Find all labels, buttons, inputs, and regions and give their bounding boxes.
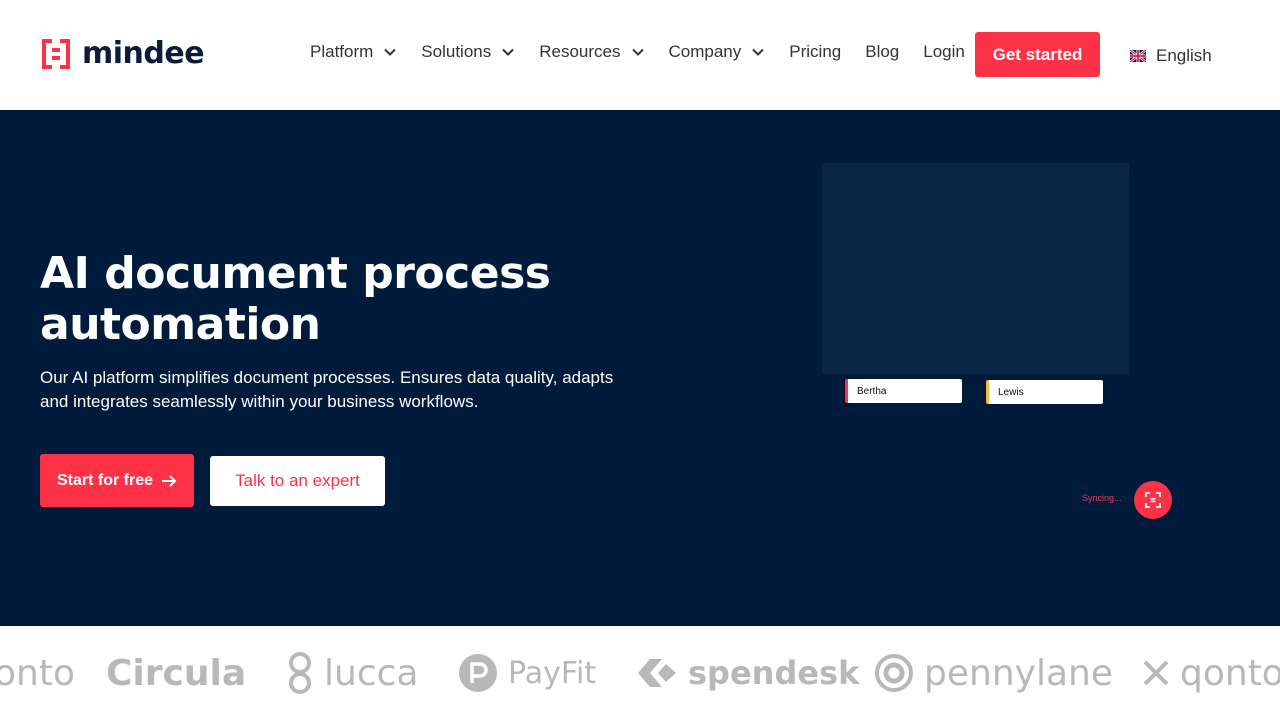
chevron-down-icon <box>752 48 764 56</box>
nav-item-blog[interactable]: Blog <box>865 42 899 62</box>
main-menu: Platform Solutions Resources Company Pri… <box>310 42 989 62</box>
hero-title: AI document process automation <box>40 248 551 350</box>
partner-name: PayFit <box>508 655 597 691</box>
scan-icon <box>1145 492 1161 508</box>
language-selector[interactable]: English <box>1130 46 1212 66</box>
qonto-mark-icon <box>1143 660 1169 686</box>
chevron-down-icon <box>384 48 397 56</box>
partner-logo-spendesk: spendesk <box>636 626 859 720</box>
partner-name: spendesk <box>688 654 860 692</box>
nav-item-label: Platform <box>310 42 374 61</box>
nav-item-login[interactable]: Login <box>923 42 965 62</box>
partner-logo-circula: Circula <box>106 626 246 720</box>
payfit-mark-icon <box>459 654 497 692</box>
nav-item-solutions[interactable]: Solutions <box>421 42 515 62</box>
extracted-field-tag: Lewis <box>986 380 1103 404</box>
partner-logo-onto: onto <box>0 626 75 720</box>
hero-section: AI document process automation Our AI pl… <box>0 110 1280 626</box>
uk-flag-icon <box>1130 50 1146 62</box>
partner-logo-lucca: lucca <box>286 626 418 720</box>
document-preview-panel <box>822 163 1129 374</box>
nav-item-platform[interactable]: Platform <box>310 42 397 62</box>
hero-subtitle: Our AI platform simplifies document proc… <box>40 368 614 411</box>
partner-logo-pennylane: pennylane <box>874 626 1113 720</box>
language-label: English <box>1156 46 1212 65</box>
nav-item-pricing[interactable]: Pricing <box>789 42 841 62</box>
nav-item-label: Company <box>668 42 742 61</box>
arrow-right-icon <box>162 474 177 487</box>
scan-button[interactable] <box>1134 481 1172 519</box>
partner-logo-qonto: qonto <box>1142 626 1280 720</box>
get-started-button[interactable]: Get started <box>975 32 1100 77</box>
nav-item-company[interactable]: Company <box>669 42 766 62</box>
talk-to-expert-button[interactable]: Talk to an expert <box>210 456 385 506</box>
chevron-down-icon <box>631 48 644 56</box>
nav-item-label: Resources <box>539 42 621 61</box>
lucca-mark-icon <box>289 652 311 694</box>
partner-logo-payfit: PayFit <box>458 626 596 720</box>
partner-name: Circula <box>106 652 247 694</box>
logo-wordmark: mindee <box>82 36 205 71</box>
start-for-free-button[interactable]: Start for free <box>40 454 194 507</box>
mindee-logo-icon <box>42 38 70 69</box>
extracted-field-tag: Bertha <box>845 379 962 403</box>
spendesk-mark-icon <box>638 659 676 687</box>
partner-name: lucca <box>324 652 419 694</box>
nav-item-label: Solutions <box>421 42 492 61</box>
partner-name: qonto <box>1180 652 1280 694</box>
top-navigation: mindee Platform Solutions Resources Comp… <box>0 0 1280 110</box>
partner-logos-strip: onto Circula lucca PayFit spendesk penny… <box>0 626 1280 720</box>
mindee-logo[interactable]: mindee <box>40 36 205 71</box>
nav-item-resources[interactable]: Resources <box>539 42 644 62</box>
partner-name: pennylane <box>924 652 1113 694</box>
chevron-down-icon <box>502 48 514 56</box>
partner-name: onto <box>0 652 75 694</box>
sync-status-text: Syncing... <box>1082 493 1122 503</box>
pennylane-mark-icon <box>875 654 913 692</box>
start-for-free-label: Start for free <box>56 471 154 489</box>
